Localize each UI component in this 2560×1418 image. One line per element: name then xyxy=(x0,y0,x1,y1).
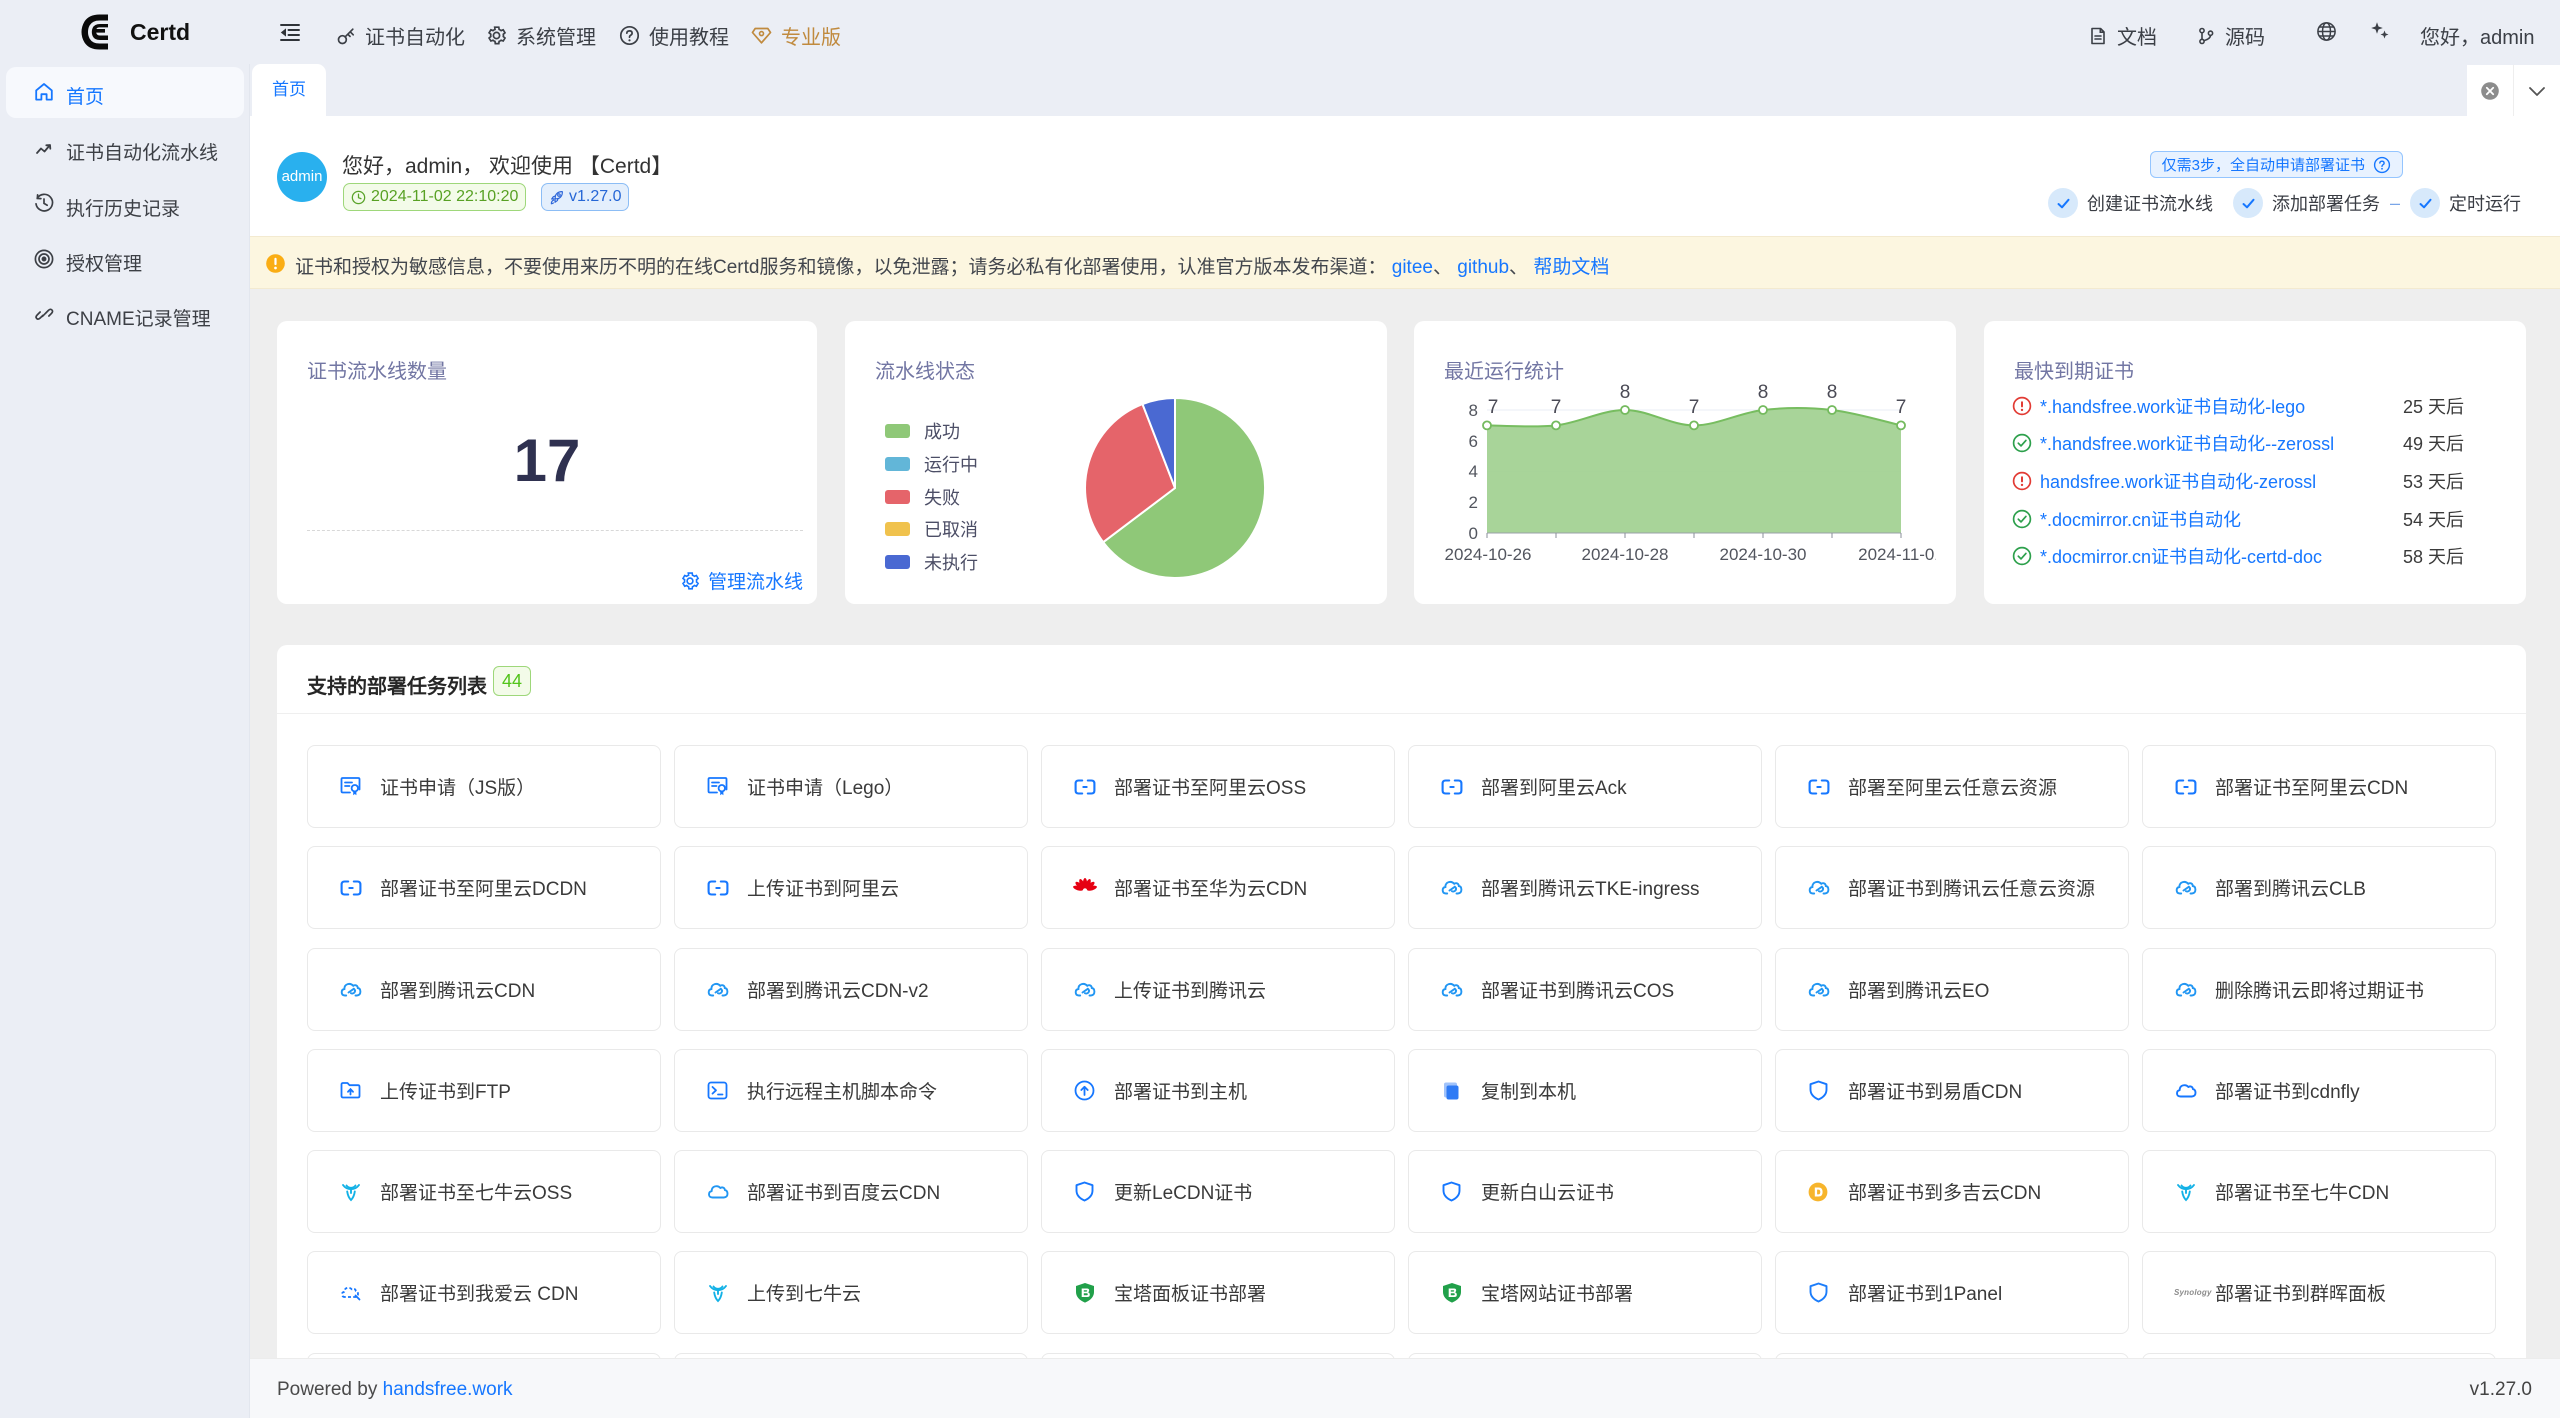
svg-text:7: 7 xyxy=(1488,397,1499,418)
svg-text:6: 6 xyxy=(1469,432,1478,451)
svg-text:8: 8 xyxy=(1620,382,1631,403)
svg-text:2024-10-28: 2024-10-28 xyxy=(1582,545,1669,564)
svg-text:8: 8 xyxy=(1827,382,1838,403)
svg-text:8: 8 xyxy=(1758,382,1769,403)
svg-text:7: 7 xyxy=(1551,397,1562,418)
svg-text:0: 0 xyxy=(1469,524,1478,543)
svg-text:7: 7 xyxy=(1689,397,1700,418)
svg-text:2024-10-26: 2024-10-26 xyxy=(1445,545,1532,564)
svg-text:2: 2 xyxy=(1469,493,1478,512)
svg-text:4: 4 xyxy=(1469,462,1478,481)
svg-text:2024-10-30: 2024-10-30 xyxy=(1720,545,1807,564)
svg-text:8: 8 xyxy=(1469,401,1478,420)
svg-text:2024-11-01: 2024-11-01 xyxy=(1858,545,1936,564)
svg-text:7: 7 xyxy=(1896,397,1907,418)
